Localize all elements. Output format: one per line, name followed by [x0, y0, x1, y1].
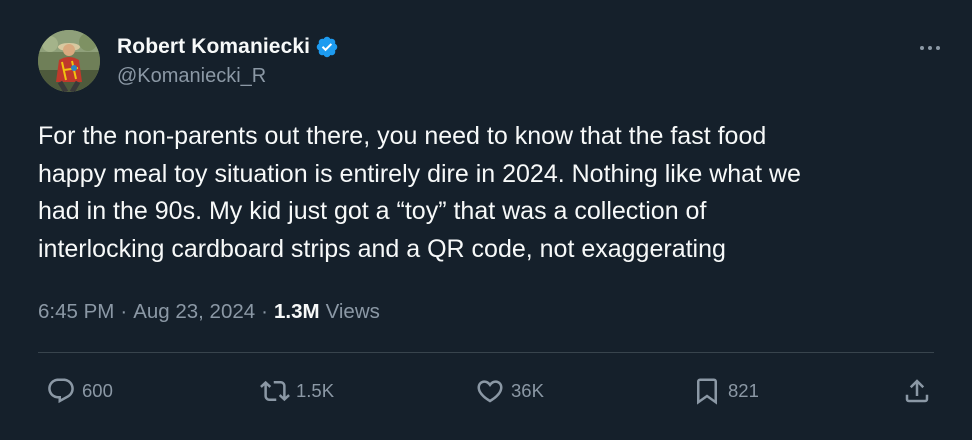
bookmark-count: 821 — [728, 380, 759, 401]
retweet-button[interactable]: 1.5K — [260, 373, 334, 409]
meta-separator: · — [261, 300, 268, 323]
views-label: Views — [325, 300, 380, 323]
author-display-name[interactable]: Robert Komaniecki — [117, 35, 310, 59]
reply-button[interactable]: 600 — [46, 373, 113, 409]
bookmark-button[interactable]: 821 — [692, 373, 759, 409]
retweet-icon — [260, 380, 290, 402]
tweet-time[interactable]: 6:45 PM — [38, 300, 114, 324]
reply-icon — [48, 378, 74, 404]
reply-count: 600 — [82, 380, 113, 401]
heart-icon — [477, 380, 503, 403]
retweet-count: 1.5K — [296, 380, 335, 401]
views-count[interactable]: 1.3M — [274, 300, 320, 324]
meta-separator: · — [120, 300, 128, 323]
tweet-text: For the non-parents out there, you need … — [38, 122, 801, 263]
author-name-row: Robert Komaniecki — [117, 33, 339, 61]
tweet-card: Robert Komaniecki @Komaniecki_R For the … — [0, 0, 972, 440]
bookmark-icon — [697, 378, 717, 405]
avatar[interactable] — [38, 30, 100, 92]
like-count: 36K — [511, 380, 544, 401]
like-button[interactable]: 36K — [475, 373, 544, 409]
tweet-date[interactable]: Aug 23, 2024 — [133, 300, 255, 324]
share-icon — [905, 379, 929, 403]
tweet-meta: 6:45 PM · Aug 23, 2024 · 1.3M Views — [38, 298, 380, 326]
avatar-image — [38, 30, 100, 92]
more-icon[interactable] — [912, 38, 948, 58]
divider — [38, 352, 934, 353]
share-button[interactable] — [902, 373, 932, 409]
author-handle[interactable]: @Komaniecki_R — [117, 65, 266, 88]
verified-badge-icon[interactable] — [315, 35, 339, 59]
action-bar: 600 1.5K 36K 821 — [38, 373, 938, 409]
